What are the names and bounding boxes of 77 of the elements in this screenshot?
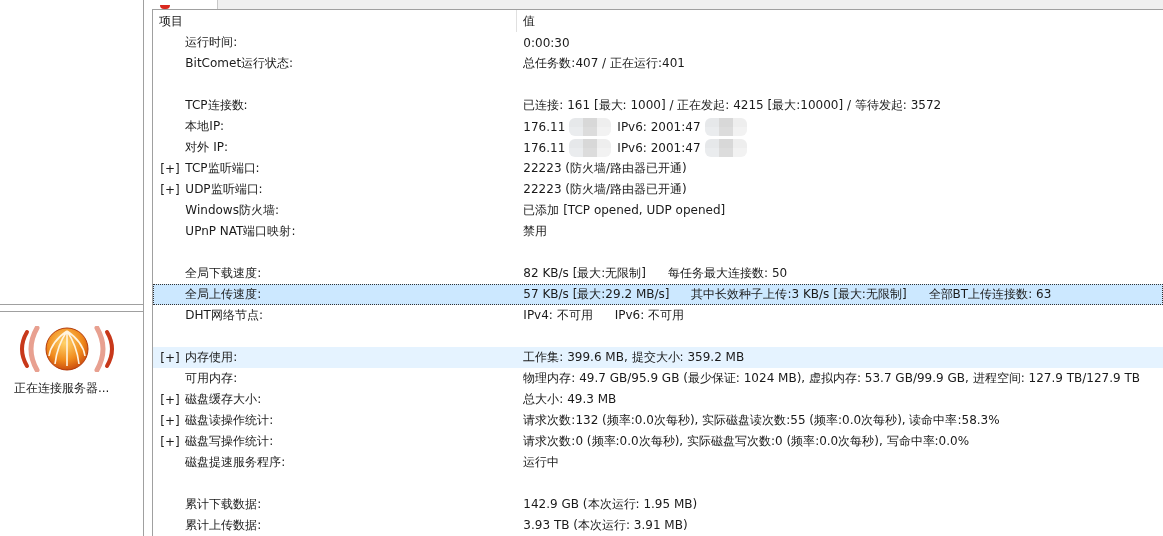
item-label: UDP监听端口: xyxy=(185,181,263,198)
value-text: 请求次数:0 (频率:0.0次每秒), 实际磁盘写次数:0 (频率:0.0次每秒), 写命中率:0.0% xyxy=(523,433,970,450)
item-label: TCP连接数: xyxy=(185,97,248,114)
table-row[interactable]: 本地IP: 176.11 IPv6: 2001:47 xyxy=(153,116,1163,137)
value-text: 22223 (防火墙/路由器已开通) xyxy=(523,160,687,177)
expand-toggle[interactable]: [+] xyxy=(160,350,186,365)
value-text: 22223 (防火墙/路由器已开通) xyxy=(523,181,687,198)
item-label: 累计下载数据: xyxy=(185,496,262,513)
item-label: 对外 IP: xyxy=(185,139,228,156)
value-text: IPv6: 不可用 xyxy=(614,307,685,324)
table-row[interactable]: [+] UDP监听端口: 22223 (防火墙/路由器已开通) xyxy=(153,179,1163,200)
item-label: 可用内存: xyxy=(185,370,238,387)
table-row[interactable]: 全局上传速度: 57 KB/s [最大:29.2 MB/s] 其中长效种子上传:3 KB/s [最大:无限制] 全部BT上传连接数: 63 xyxy=(153,284,1163,305)
value-text: 总任务数:407 / 正在运行:401 xyxy=(523,55,685,72)
value-text: 工作集: 399.6 MB, 提交大小: 359.2 MB xyxy=(523,349,745,366)
table-row[interactable]: DHT网络节点: IPv4: 不可用 IPv6: 不可用 xyxy=(153,305,1163,326)
value-text: IPv6: 2001:47 xyxy=(617,119,701,134)
value-text: 总大小: 49.3 MB xyxy=(523,391,617,408)
table-row[interactable]: 累计上传数据: 3.93 TB (本次运行: 3.91 MB) xyxy=(153,515,1163,536)
value-text: 运行中 xyxy=(523,454,560,471)
value-text: 142.9 GB (本次运行: 1.95 MB) xyxy=(523,496,698,513)
item-label: 磁盘缓存大小: xyxy=(185,391,262,408)
table-row[interactable]: BitComet运行状态: 总任务数:407 / 正在运行:401 xyxy=(153,53,1163,74)
value-text: 0:00:30 xyxy=(523,35,570,50)
table-row[interactable]: UPnP NAT端口映射: 禁用 xyxy=(153,221,1163,242)
table-row[interactable]: Windows防火墙: 已添加 [TCP opened, UDP opened] xyxy=(153,200,1163,221)
table-row[interactable]: [+] 磁盘读操作统计: 请求次数:132 (频率:0.0次每秒), 实际磁盘读次数:55 (频率:0.0次每秒), 读命中率:58.3% xyxy=(153,410,1163,431)
tab[interactable] xyxy=(152,0,219,9)
item-label: 磁盘提速服务程序: xyxy=(185,454,286,471)
item-label: 累计上传数据: xyxy=(185,517,262,534)
table-row[interactable]: 累计下载数据: 142.9 GB (本次运行: 1.95 MB) xyxy=(153,494,1163,515)
value-text: 其中长效种子上传:3 KB/s [最大:无限制] xyxy=(691,286,907,303)
value-text: 每任务最大连接数: 50 xyxy=(668,265,788,282)
expand-toggle[interactable]: [+] xyxy=(160,413,186,428)
table-row[interactable]: 磁盘提速服务程序: 运行中 xyxy=(153,452,1163,473)
table-row[interactable]: [+] 内存使用: 工作集: 399.6 MB, 提交大小: 359.2 MB xyxy=(153,347,1163,368)
value-text: 请求次数:132 (频率:0.0次每秒), 实际磁盘读次数:55 (频率:0.0次每秒), 读命中率:58.3% xyxy=(523,412,1000,429)
tab-icon xyxy=(160,5,171,9)
value-text: 物理内存: 49.7 GB/95.9 GB (最少保证: 1024 MB), 虚拟内存: 53.7 GB/99.9 GB, 进程空间: 127.9 TB/127.9 TB xyxy=(523,370,1140,387)
column-header[interactable]: 值 xyxy=(517,10,1163,32)
item-label: UPnP NAT端口映射: xyxy=(185,223,296,240)
item-label: 本地IP: xyxy=(185,118,225,135)
value-text: 已连接: 161 [最大: 1000] / 正在发起: 4215 [最大:10000] / 等待发起: 3572 xyxy=(523,97,942,114)
value-text: IPv6: 2001:47 xyxy=(617,140,701,155)
item-label: DHT网络节点: xyxy=(185,307,263,324)
value-text: 已添加 [TCP opened, UDP opened] xyxy=(523,202,726,219)
connection-status-text: 正在连接服务器... xyxy=(13,380,110,397)
item-label: 磁盘读操作统计: xyxy=(185,412,274,429)
table-row[interactable]: 对外 IP: 176.11 IPv6: 2001:47 xyxy=(153,137,1163,158)
table-row[interactable]: 运行时间: 0:00:30 xyxy=(153,32,1163,53)
item-label: TCP监听端口: xyxy=(185,160,260,177)
expand-toggle[interactable]: [+] xyxy=(160,392,186,407)
item-label: 全局上传速度: xyxy=(185,286,262,303)
item-label: 运行时间: xyxy=(185,34,238,51)
table-row[interactable]: [+] TCP监听端口: 22223 (防火墙/路由器已开通) xyxy=(153,158,1163,179)
value-text: IPv4: 不可用 xyxy=(523,307,593,324)
expand-toggle[interactable]: [+] xyxy=(160,161,186,176)
table-row[interactable]: [+] 磁盘缓存大小: 总大小: 49.3 MB xyxy=(153,389,1163,410)
table-row[interactable]: TCP连接数: 已连接: 161 [最大: 1000] / 正在发起: 4215 [最大:10000] / 等待发起: 3572 xyxy=(153,95,1163,116)
table-row[interactable]: 可用内存: 物理内存: 49.7 GB/95.9 GB (最少保证: 1024 MB), 虚拟内存: 53.7 GB/99.9 GB, 进程空间: 127.9 TB/127.9 TB xyxy=(153,368,1163,389)
value-text: 57 KB/s [最大:29.2 MB/s] xyxy=(523,286,670,303)
value-text: 全部BT上传连接数: 63 xyxy=(928,286,1052,303)
value-text: 176.11 xyxy=(523,119,566,134)
value-text: 82 KB/s [最大:无限制] xyxy=(523,265,647,282)
item-label: Windows防火墙: xyxy=(185,202,279,219)
value-text: 176.11 xyxy=(523,140,566,155)
item-label: 全局下载速度: xyxy=(185,265,262,282)
table-row[interactable]: [+] 磁盘写操作统计: 请求次数:0 (频率:0.0次每秒), 实际磁盘写次数:0 (频率:0.0次每秒), 写命中率:0.0% xyxy=(153,431,1163,452)
table-row[interactable]: 全局下载速度: 82 KB/s [最大:无限制] 每任务最大连接数: 50 xyxy=(153,263,1163,284)
item-label: 内存使用: xyxy=(185,349,238,366)
expand-toggle[interactable]: [+] xyxy=(160,182,186,197)
item-label: BitComet运行状态: xyxy=(185,55,294,72)
column-header[interactable]: 项目 xyxy=(153,10,518,32)
value-text: 3.93 TB (本次运行: 3.91 MB) xyxy=(523,517,688,534)
expand-toggle[interactable]: [+] xyxy=(160,434,186,449)
item-label: 磁盘写操作统计: xyxy=(185,433,274,450)
value-text: 禁用 xyxy=(523,223,548,240)
